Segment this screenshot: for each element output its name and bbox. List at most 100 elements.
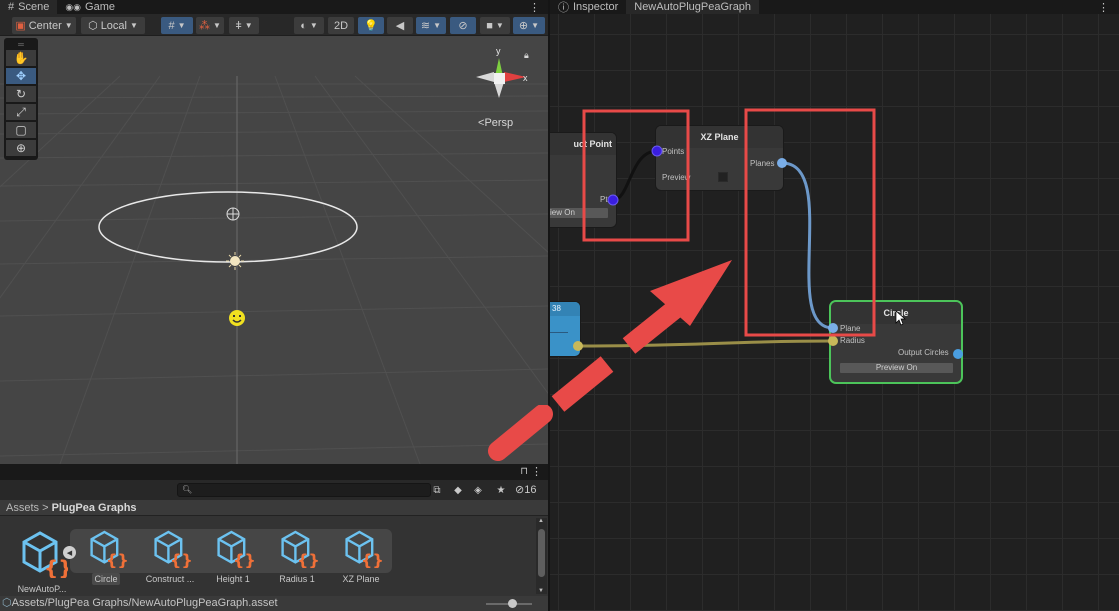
chevron-down-icon: ▼: [531, 21, 540, 30]
breadcrumb-current[interactable]: PlugPea Graphs: [52, 502, 137, 514]
kebab-menu-icon[interactable]: ⋮: [1098, 1, 1109, 14]
rotate-icon: ↻: [15, 87, 27, 101]
graph-asset-icon: {}: [217, 530, 256, 570]
annotation-box: [582, 109, 690, 242]
rect-icon: ▢: [15, 123, 27, 137]
graph-canvas[interactable]: uct Point Pt iew On XZ Plane Points Prev…: [550, 14, 1119, 611]
lighting-toggle[interactable]: 💡: [358, 17, 384, 34]
tab-inspector[interactable]: ⓘ Inspector: [550, 0, 626, 14]
tab-graph[interactable]: NewAutoPlugPeaGraph: [626, 0, 760, 14]
asset-item[interactable]: {} XZ Plane: [329, 528, 393, 585]
grid-lines: [0, 75, 548, 464]
shading-sphere-icon: ◐: [300, 19, 307, 32]
svg-text:{}: {}: [106, 551, 128, 568]
scene-viewport[interactable]: y x: [0, 36, 548, 464]
annotation-arrow: [551, 297, 687, 412]
hand-tool-button[interactable]: ✋: [6, 50, 36, 66]
hand-icon: ✋: [13, 51, 29, 65]
kebab-menu-icon[interactable]: ⋮: [531, 465, 542, 478]
chevron-down-icon: ▼: [177, 21, 186, 30]
scroll-up-icon[interactable]: ▲: [538, 518, 544, 524]
scrollbar-thumb[interactable]: [538, 529, 545, 577]
drag-grip-icon[interactable]: ═: [6, 40, 36, 49]
svg-text:{}: {}: [44, 556, 68, 578]
effects-dropdown[interactable]: ≋ ▼: [416, 17, 446, 34]
scene-panel: # Scene ◉◉ Game ⋮ ▣ Center ▼ ⬡ Local ▼ #: [0, 0, 548, 611]
grid-snap-toggle[interactable]: # ▼: [161, 17, 193, 34]
project-header: ⊓ ⋮: [0, 464, 548, 480]
filter-type-icon[interactable]: ◆: [450, 483, 466, 497]
move-tool-button[interactable]: ✥: [6, 68, 36, 84]
tab-graph-label: NewAutoPlugPeaGraph: [634, 1, 752, 13]
breadcrumb-separator: >: [42, 502, 49, 514]
lightbulb-icon: 💡: [364, 20, 378, 32]
sun-light-icon: [226, 252, 244, 270]
project-toolbar: 🔍︎ ⧉ ◆ ◈ ★ ⊘16: [0, 480, 548, 500]
audio-toggle[interactable]: ◀︎: [387, 17, 413, 34]
transform-handle-icon: [226, 207, 240, 221]
shading-mode-dropdown[interactable]: ◐ ▼: [294, 17, 324, 34]
asset-item[interactable]: {} Radius 1: [265, 528, 329, 585]
space-label: Local: [100, 19, 127, 32]
status-bar: ⬡Assets/PlugPea Graphs/NewAutoPlugPeaGra…: [0, 596, 548, 611]
grid-visibility-dropdown[interactable]: ǂ ▼: [229, 17, 259, 34]
svg-text:{}: {}: [170, 551, 192, 568]
lock-icon[interactable]: 🔒︎: [524, 50, 529, 61]
tab-scene-label: Scene: [18, 1, 50, 13]
chevron-down-icon: ▼: [495, 21, 504, 30]
asset-label: XZ Plane: [342, 574, 380, 584]
scene-visibility-toggle[interactable]: ⊘: [450, 17, 476, 34]
audio-icon: ◀︎: [395, 20, 405, 32]
chevron-down-icon: ▼: [309, 21, 318, 30]
scale-tool-button[interactable]: ⤢: [6, 104, 36, 120]
port-radius-in: [828, 336, 838, 346]
camera-dropdown[interactable]: ■ ▼: [480, 17, 510, 34]
kebab-menu-icon[interactable]: ⋮: [529, 1, 540, 14]
rect-tool-button[interactable]: ▢: [6, 122, 36, 138]
transform-tool-button[interactable]: ⊕: [6, 140, 36, 156]
asset-grid: {} NewAutoP... ◀ {} Circle {} Construct …: [0, 516, 548, 596]
hidden-packages-toggle[interactable]: ⊘16: [515, 483, 536, 496]
asset-scrollbar[interactable]: ▲ ▼: [536, 518, 547, 594]
tab-game[interactable]: ◉◉ Game: [57, 0, 123, 14]
asset-item[interactable]: {} Circle: [74, 528, 138, 585]
asset-item[interactable]: {} Construct ...: [138, 528, 202, 585]
rotate-tool-button[interactable]: ↻: [6, 86, 36, 102]
graph-asset-icon: {}: [22, 531, 72, 580]
asset-label: Height 1: [216, 574, 250, 584]
asset-label: Circle: [92, 573, 120, 585]
space-local-dropdown[interactable]: ⬡ Local ▼: [81, 17, 145, 34]
label-tag-icon[interactable]: ◈: [470, 483, 486, 497]
pivot-center-dropdown[interactable]: ▣ Center ▼: [12, 17, 76, 34]
eye-slash-icon: ⊘: [515, 484, 525, 496]
asset-path-icon: ⬡: [2, 597, 12, 609]
search-input[interactable]: 🔍︎: [177, 483, 431, 497]
projection-toggle[interactable]: <Persp: [478, 117, 513, 129]
eye-slash-icon: ⊘: [458, 20, 468, 32]
port-height-out: [573, 341, 583, 351]
pivot-icon: ▣: [15, 20, 26, 32]
asset-label: Construct ...: [145, 574, 195, 584]
circle-gizmo: [98, 191, 358, 263]
mode-2d-label: 2D: [333, 19, 349, 32]
gizmos-dropdown[interactable]: ⊕ ▼: [513, 17, 545, 34]
toggle-2d-button[interactable]: 2D: [328, 17, 354, 34]
lock-icon[interactable]: ⊓: [520, 466, 528, 477]
grid-lines-icon: ǂ: [235, 19, 242, 32]
favorite-star-icon[interactable]: ★: [493, 483, 509, 497]
asset-item[interactable]: {} NewAutoP...: [10, 528, 74, 595]
search-scope-icon[interactable]: ⧉: [429, 483, 445, 497]
tab-scene[interactable]: # Scene: [0, 0, 58, 14]
scroll-down-icon[interactable]: ▼: [538, 588, 544, 594]
port-pt-out: [607, 194, 619, 206]
grid-hash-icon: #: [8, 1, 15, 13]
smiley-icon: [229, 310, 245, 326]
icon-size-slider[interactable]: [486, 599, 532, 608]
breadcrumb-assets[interactable]: Assets: [6, 502, 39, 514]
asset-item[interactable]: {} Height 1: [201, 528, 265, 585]
gizmo-x-label: x: [523, 73, 528, 83]
pivot-label: Center: [28, 19, 62, 32]
increment-snap-dropdown[interactable]: ⁂ ▼: [196, 17, 224, 34]
slider-knob[interactable]: [508, 599, 517, 608]
svg-text:{}: {}: [361, 551, 383, 568]
